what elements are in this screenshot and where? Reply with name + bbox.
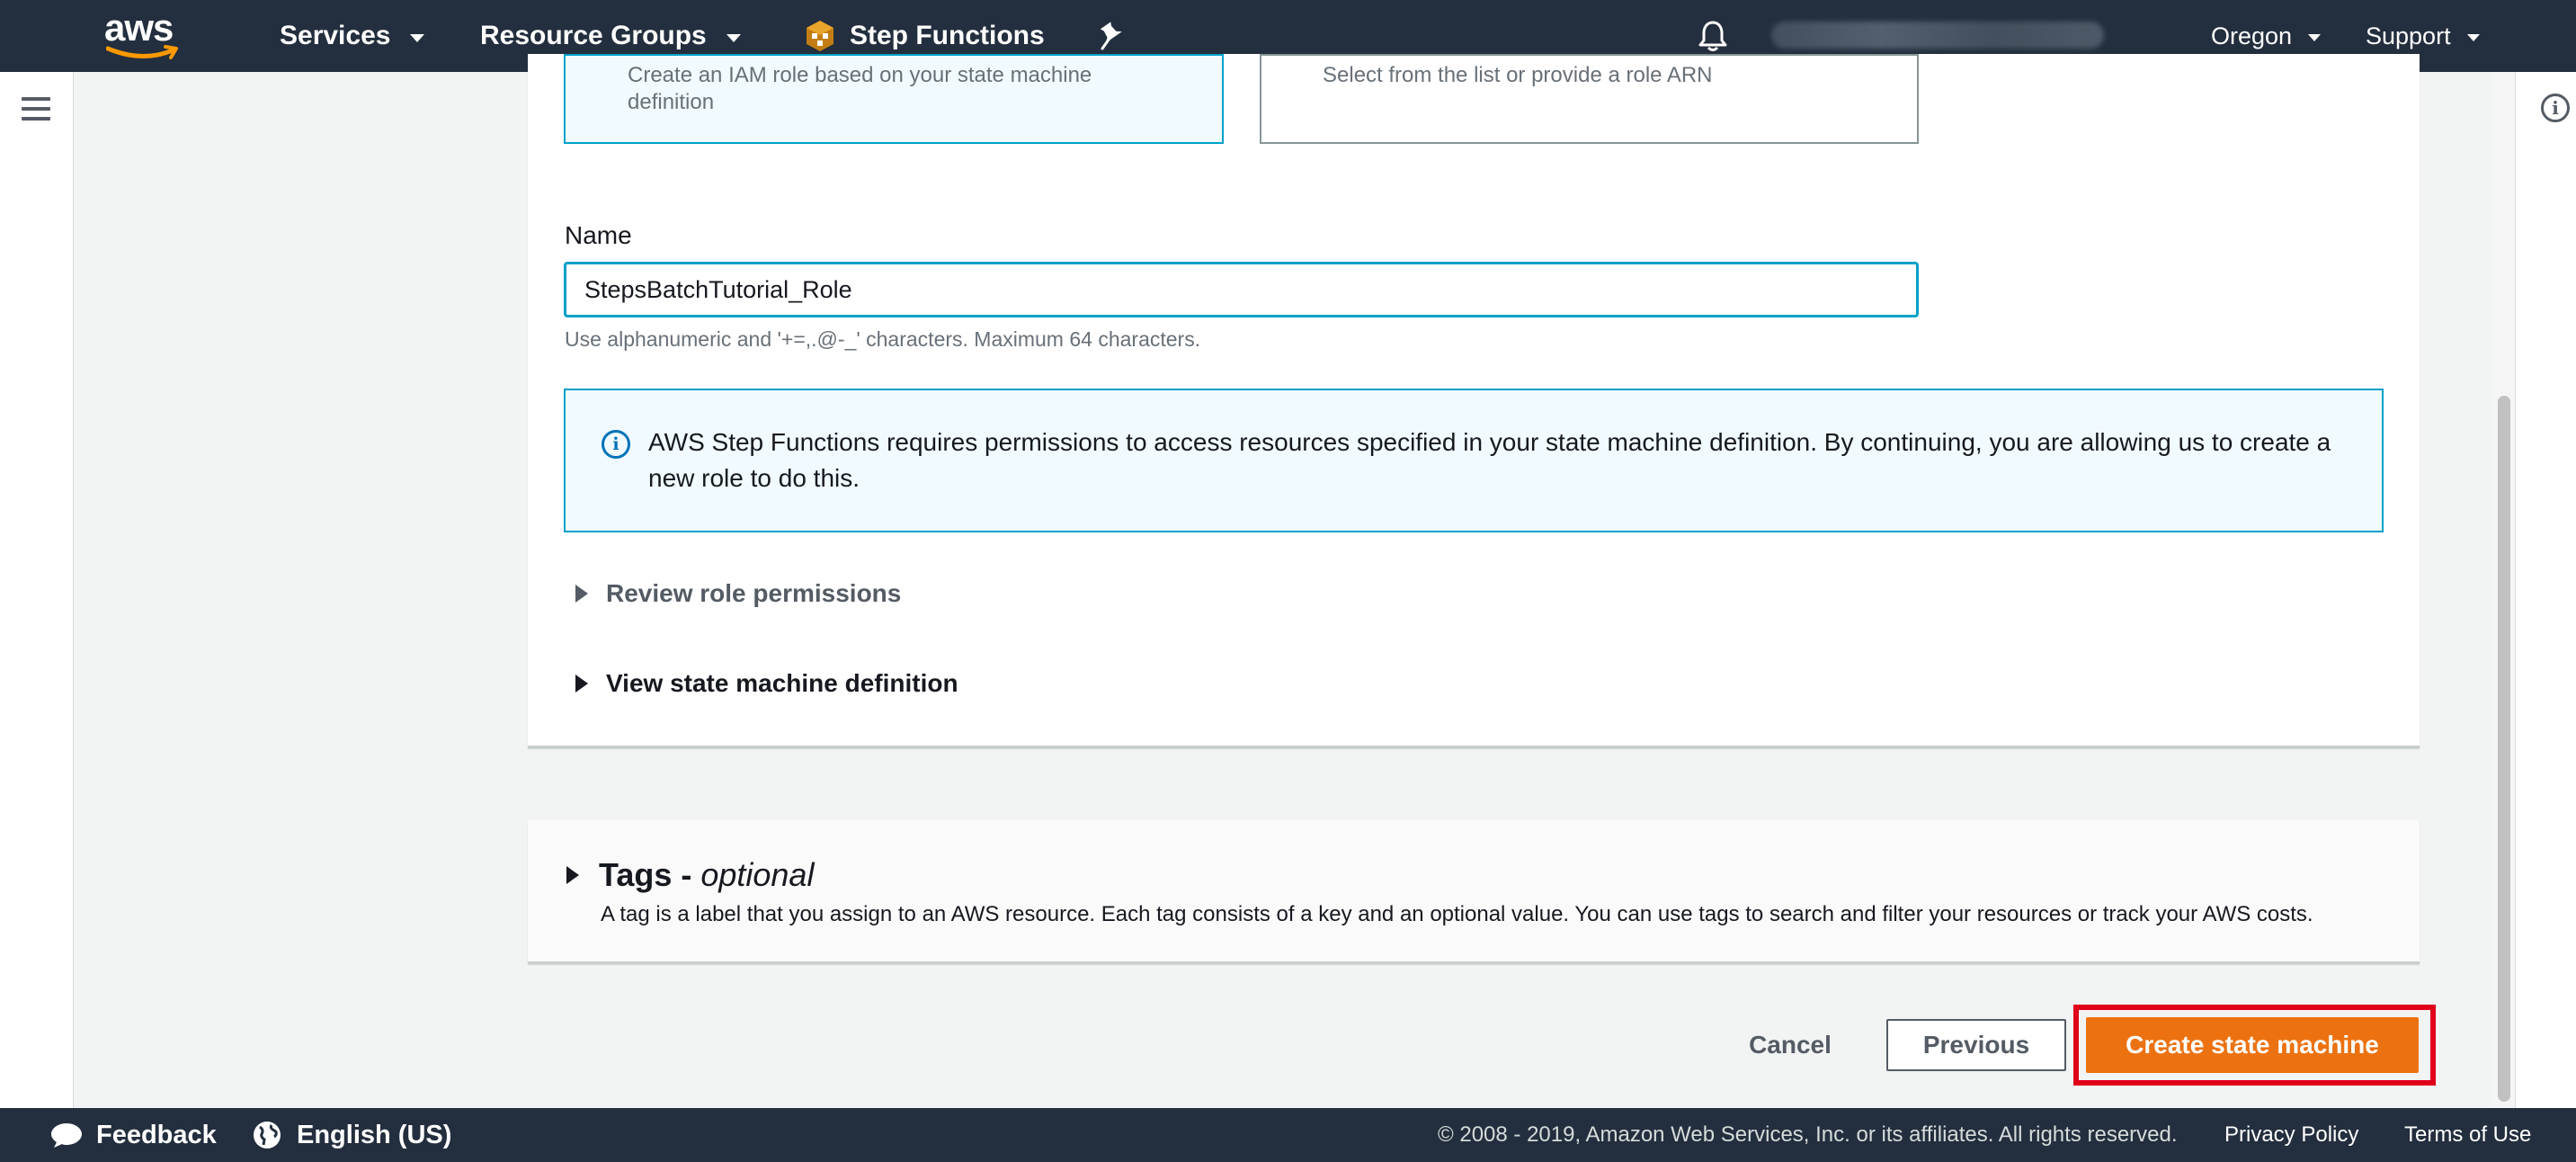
caret-right-icon <box>575 585 588 603</box>
feedback-label: Feedback <box>96 1120 217 1149</box>
info-icon[interactable]: i <box>2541 94 2570 122</box>
previous-button[interactable]: Previous <box>1886 1019 2066 1071</box>
left-side-navigation-rail <box>0 72 74 1108</box>
speech-bubble-icon <box>51 1123 82 1148</box>
step-functions-label: Step Functions <box>850 21 1045 50</box>
language-label: English (US) <box>297 1120 452 1149</box>
role-name-hint: Use alphanumeric and '+=,.@-_' character… <box>565 327 1201 351</box>
view-state-machine-definition-toggle[interactable]: View state machine definition <box>575 669 958 698</box>
create-new-role-description: Create an IAM role based on your state m… <box>628 63 1092 114</box>
bell-icon[interactable] <box>1698 20 1728 52</box>
support-label: Support <box>2366 22 2451 49</box>
services-label: Services <box>280 21 391 50</box>
account-menu-redacted[interactable] <box>1771 22 2104 49</box>
globe-icon <box>254 1122 281 1149</box>
info-alert-message: AWS Step Functions requires permissions … <box>648 428 2331 492</box>
use-existing-role-description: Select from the list or provide a role A… <box>1323 63 1713 87</box>
create-state-machine-button[interactable]: Create state machine <box>2086 1017 2419 1073</box>
role-name-label: Name <box>565 221 632 249</box>
aws-logo-text: aws <box>104 6 174 49</box>
terms-of-use-link[interactable]: Terms of Use <box>2404 1108 2531 1162</box>
pin-icon[interactable] <box>1099 22 1126 50</box>
aws-logo[interactable]: aws <box>104 9 185 61</box>
role-name-input[interactable] <box>564 262 1919 317</box>
caret-right-icon <box>566 866 579 884</box>
chevron-down-icon <box>726 33 741 42</box>
info-icon: i <box>602 430 630 459</box>
copyright-text: © 2008 - 2019, Amazon Web Services, Inc.… <box>1438 1122 2178 1147</box>
step-functions-icon <box>807 21 833 51</box>
cancel-button[interactable]: Cancel <box>1732 1023 1849 1068</box>
resource-groups-label: Resource Groups <box>480 21 707 50</box>
tags-title: Tags - <box>599 856 692 893</box>
right-help-panel-rail <box>2515 72 2576 1108</box>
review-role-permissions-label: Review role permissions <box>606 579 902 607</box>
console-footer: Feedback English (US) © 2008 - 2019, Ama… <box>0 1108 2576 1162</box>
scrollbar-thumb[interactable] <box>2498 396 2510 1102</box>
chevron-down-icon <box>2466 34 2480 41</box>
aws-smile-icon <box>106 45 178 59</box>
language-selector[interactable]: English (US) <box>252 1108 451 1162</box>
feedback-link[interactable]: Feedback <box>49 1108 217 1162</box>
privacy-policy-link[interactable]: Privacy Policy <box>2224 1108 2358 1162</box>
caret-right-icon <box>575 675 588 693</box>
region-label: Oregon <box>2211 22 2293 49</box>
chevron-down-icon <box>410 33 425 42</box>
hamburger-menu-icon[interactable] <box>22 97 50 121</box>
review-role-permissions-toggle[interactable]: Review role permissions <box>575 579 901 608</box>
info-alert: i AWS Step Functions requires permission… <box>564 389 2384 532</box>
tags-description: A tag is a label that you assign to an A… <box>601 902 2313 926</box>
services-menu[interactable]: Services <box>280 0 425 72</box>
chevron-down-icon <box>2308 34 2322 41</box>
view-state-machine-definition-label: View state machine definition <box>606 669 958 697</box>
tags-section-toggle[interactable]: Tags - optional <box>566 856 814 894</box>
tags-optional-label: optional <box>700 856 815 893</box>
